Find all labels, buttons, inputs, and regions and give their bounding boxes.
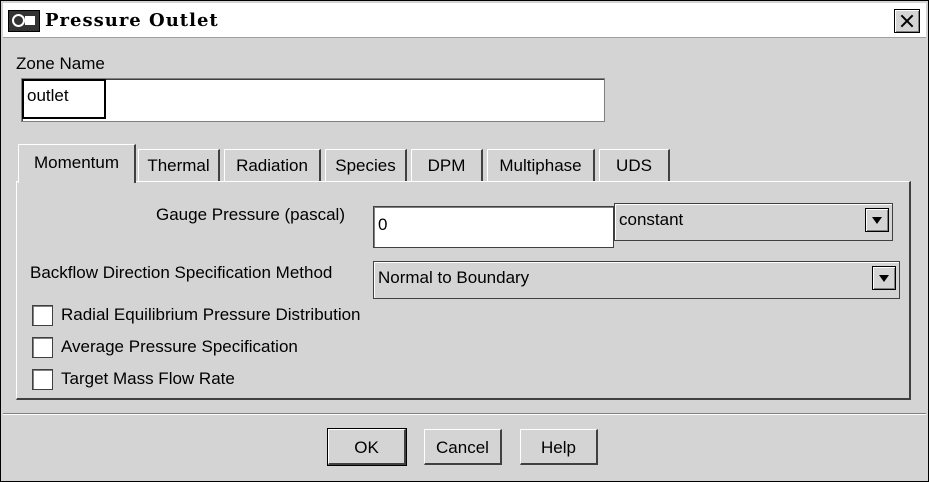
chevron-down-icon[interactable] xyxy=(865,208,889,232)
profile-selected-value: constant xyxy=(619,210,684,229)
backflow-method-label: Backflow Direction Specification Method xyxy=(30,263,333,282)
target-mass-flow-label: Target Mass Flow Rate xyxy=(61,369,235,388)
average-pressure-label: Average Pressure Specification xyxy=(61,337,298,356)
zone-name-label: Zone Name xyxy=(16,54,105,73)
close-icon[interactable] xyxy=(894,9,920,33)
gauge-pressure-profile-select[interactable]: constant xyxy=(614,203,893,241)
average-pressure-checkbox[interactable] xyxy=(32,337,53,358)
target-mass-flow-checkbox[interactable] xyxy=(32,369,53,390)
backflow-selected-value: Normal to Boundary xyxy=(378,268,530,287)
title-bar: Pressure Outlet xyxy=(3,3,926,38)
help-button[interactable]: Help xyxy=(520,429,598,465)
backflow-method-select[interactable]: Normal to Boundary xyxy=(373,261,900,299)
tab-dpm[interactable]: DPM xyxy=(411,149,483,181)
tab-multiphase[interactable]: Multiphase xyxy=(487,149,595,181)
window-title: Pressure Outlet xyxy=(45,10,219,31)
ok-button[interactable]: OK xyxy=(327,428,407,466)
radial-equilibrium-checkbox[interactable] xyxy=(32,305,53,326)
cancel-button[interactable]: Cancel xyxy=(424,429,502,465)
zone-name-input[interactable]: outlet xyxy=(21,78,605,122)
gauge-pressure-label: Gauge Pressure (pascal) xyxy=(156,205,345,224)
tab-thermal[interactable]: Thermal xyxy=(138,149,220,181)
tab-momentum[interactable]: Momentum xyxy=(18,144,136,183)
zone-name-value: outlet xyxy=(22,79,106,119)
app-icon xyxy=(8,10,40,32)
tab-radiation[interactable]: Radiation xyxy=(224,149,321,181)
radial-equilibrium-label: Radial Equilibrium Pressure Distribution xyxy=(61,305,361,324)
chevron-down-icon[interactable] xyxy=(872,266,896,290)
button-separator xyxy=(3,413,926,415)
pressure-outlet-dialog: Pressure Outlet Zone Name outlet Momentu… xyxy=(0,0,929,482)
gauge-pressure-input[interactable]: 0 xyxy=(373,206,614,248)
tab-species[interactable]: Species xyxy=(325,149,407,181)
tab-uds[interactable]: UDS xyxy=(599,149,670,181)
momentum-panel: Gauge Pressure (pascal) 0 constant Backf… xyxy=(16,181,911,400)
